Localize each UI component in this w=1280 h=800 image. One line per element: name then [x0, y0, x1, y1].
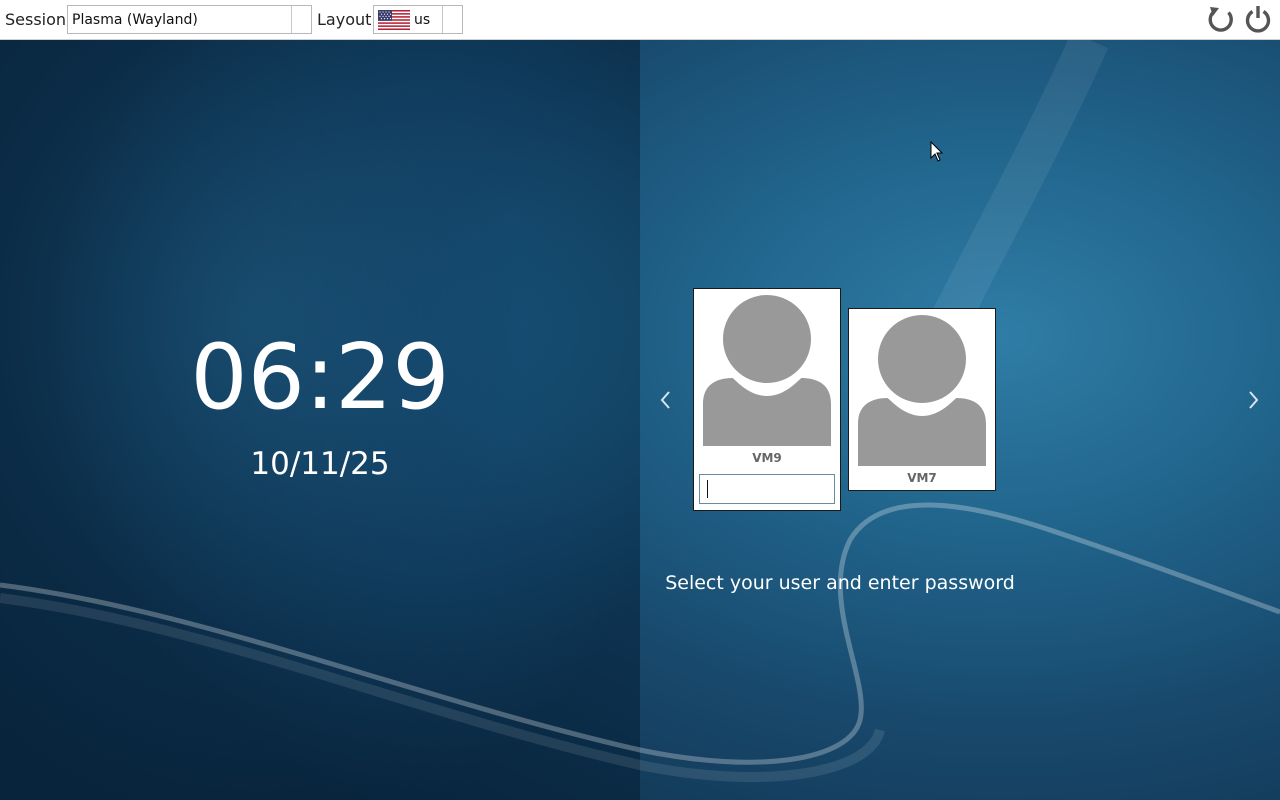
clock-time: 06:29 [190, 325, 450, 430]
user-avatar-icon [858, 314, 986, 466]
user-name-vm7: VM7 [907, 471, 937, 485]
chevron-right-icon[interactable] [1245, 388, 1261, 412]
session-dropdown-arrow[interactable] [291, 6, 311, 33]
chevron-left-icon[interactable] [658, 388, 674, 412]
user-avatar-icon [703, 294, 831, 446]
user-name-vm9: VM9 [752, 451, 782, 465]
user-card-vm7[interactable]: VM7 [848, 308, 996, 491]
layout-value: us [414, 12, 431, 28]
session-dropdown[interactable]: Plasma (Wayland) [67, 5, 312, 34]
clock-date: 10/11/25 [250, 446, 390, 482]
password-input[interactable] [699, 474, 835, 504]
layout-dropdown[interactable]: us [373, 5, 463, 34]
login-screen: Session Plasma (Wayland) Layout us 06:29… [0, 0, 1280, 800]
layout-dropdown-arrow[interactable] [442, 6, 462, 33]
power-icon[interactable] [1243, 4, 1273, 34]
layout-label: Layout [317, 10, 372, 29]
top-bar: Session Plasma (Wayland) Layout us [0, 0, 1280, 40]
text-caret [707, 480, 708, 498]
us-flag-icon [378, 10, 410, 30]
mouse-cursor-icon [930, 141, 944, 162]
session-value: Plasma (Wayland) [72, 12, 198, 28]
reboot-icon[interactable] [1206, 4, 1236, 34]
user-card-vm9[interactable]: VM9 [693, 288, 841, 511]
login-hint: Select your user and enter password [665, 572, 1015, 594]
session-label: Session [5, 10, 67, 29]
